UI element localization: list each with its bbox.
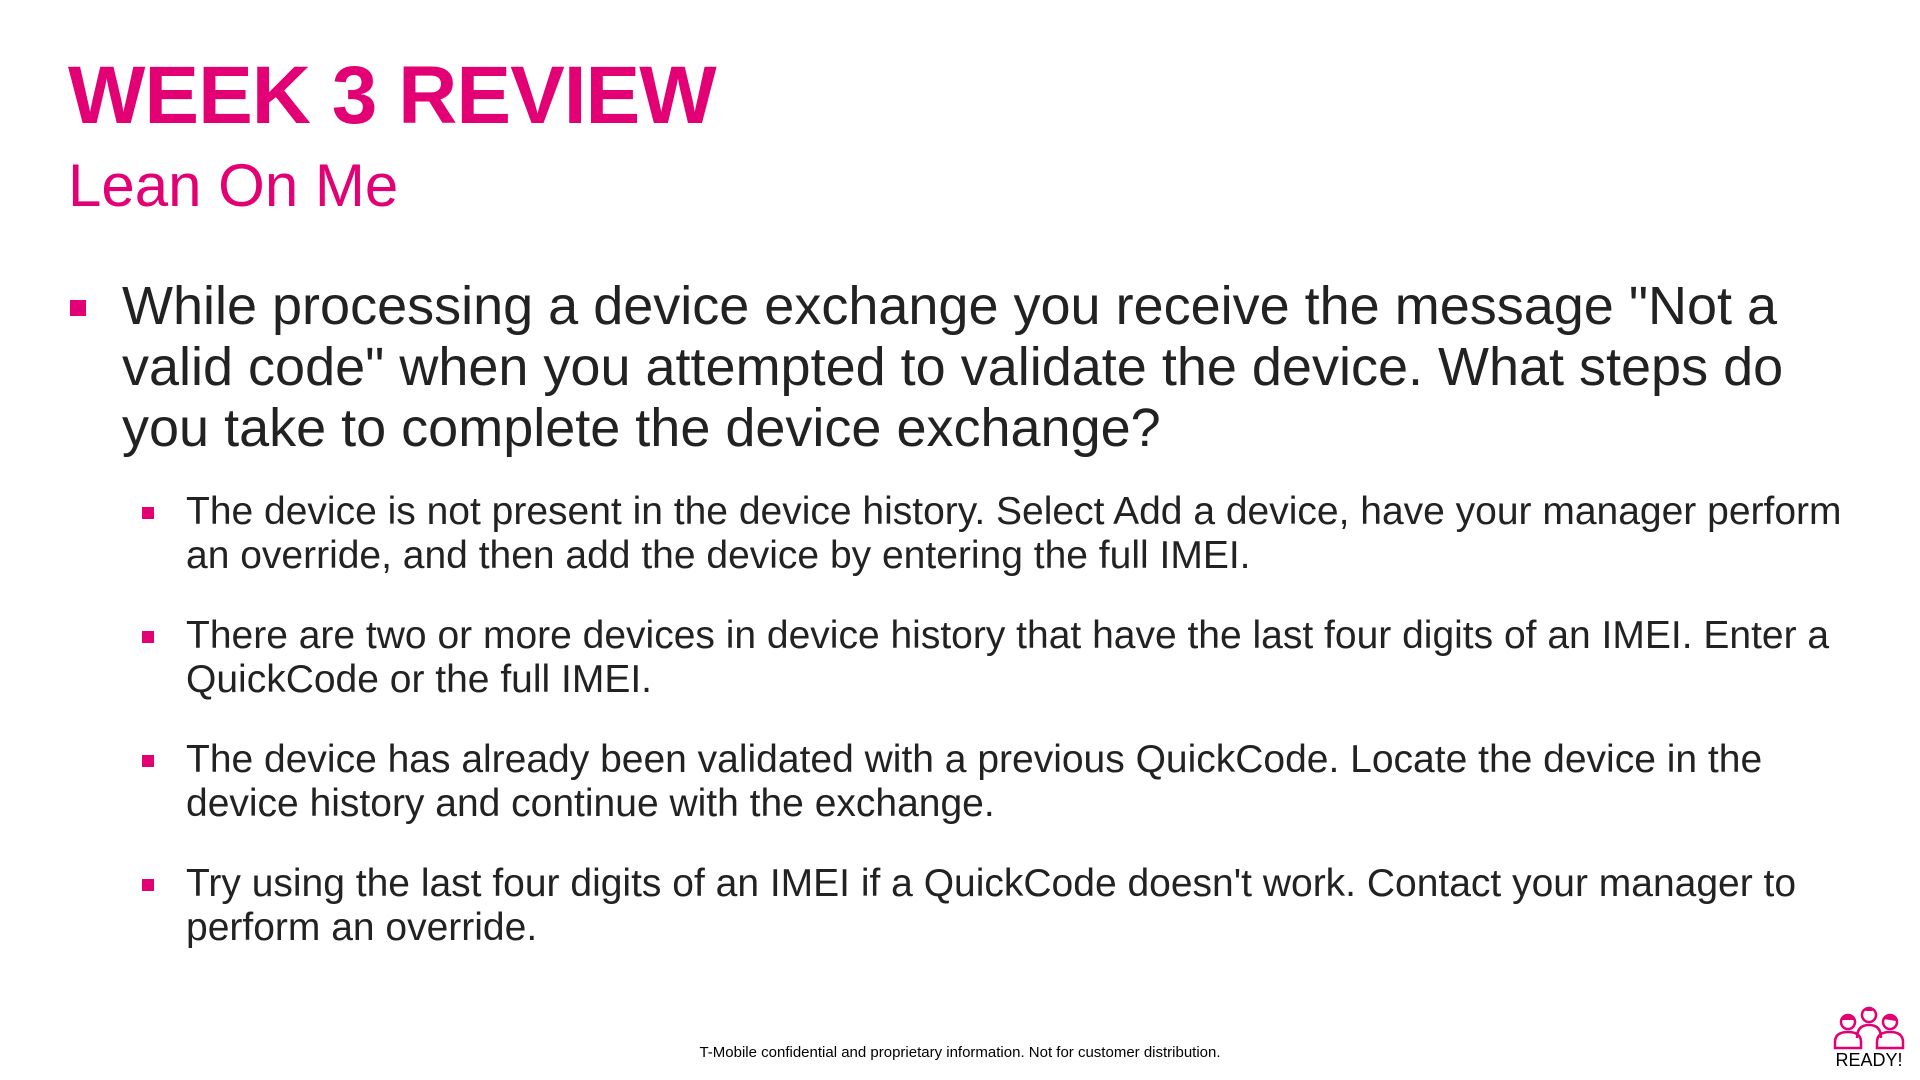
slide-subtitle: Lean On Me [68, 152, 399, 219]
answer-item: The device is not present in the device … [142, 490, 1862, 578]
square-bullet-icon [142, 755, 154, 767]
square-bullet-icon [142, 631, 154, 643]
square-bullet-icon [70, 300, 86, 316]
logo-text: READY! [1835, 1050, 1903, 1070]
question-text: While processing a device exchange you r… [122, 276, 1784, 458]
answer-item: Try using the last four digits of an IME… [142, 862, 1862, 950]
answer-item: There are two or more devices in device … [142, 614, 1862, 702]
answer-text: Try using the last four digits of an IME… [186, 862, 1797, 949]
ready-team-logo-icon [1833, 1006, 1905, 1050]
ready-logo: READY! [1832, 1006, 1906, 1070]
square-bullet-icon [142, 507, 154, 519]
square-bullet-icon [142, 879, 154, 891]
answer-item: The device has already been validated wi… [142, 738, 1862, 826]
answer-text: There are two or more devices in device … [186, 614, 1830, 701]
answer-list: The device is not present in the device … [142, 490, 1862, 986]
slide: WEEK 3 REVIEW Lean On Me While processin… [0, 0, 1920, 1080]
confidential-footer: T-Mobile confidential and proprietary in… [699, 1044, 1221, 1061]
question-item: While processing a device exchange you r… [70, 276, 1870, 459]
slide-title: WEEK 3 REVIEW [68, 50, 717, 141]
answer-text: The device is not present in the device … [186, 490, 1842, 577]
answer-text: The device has already been validated wi… [186, 738, 1763, 825]
